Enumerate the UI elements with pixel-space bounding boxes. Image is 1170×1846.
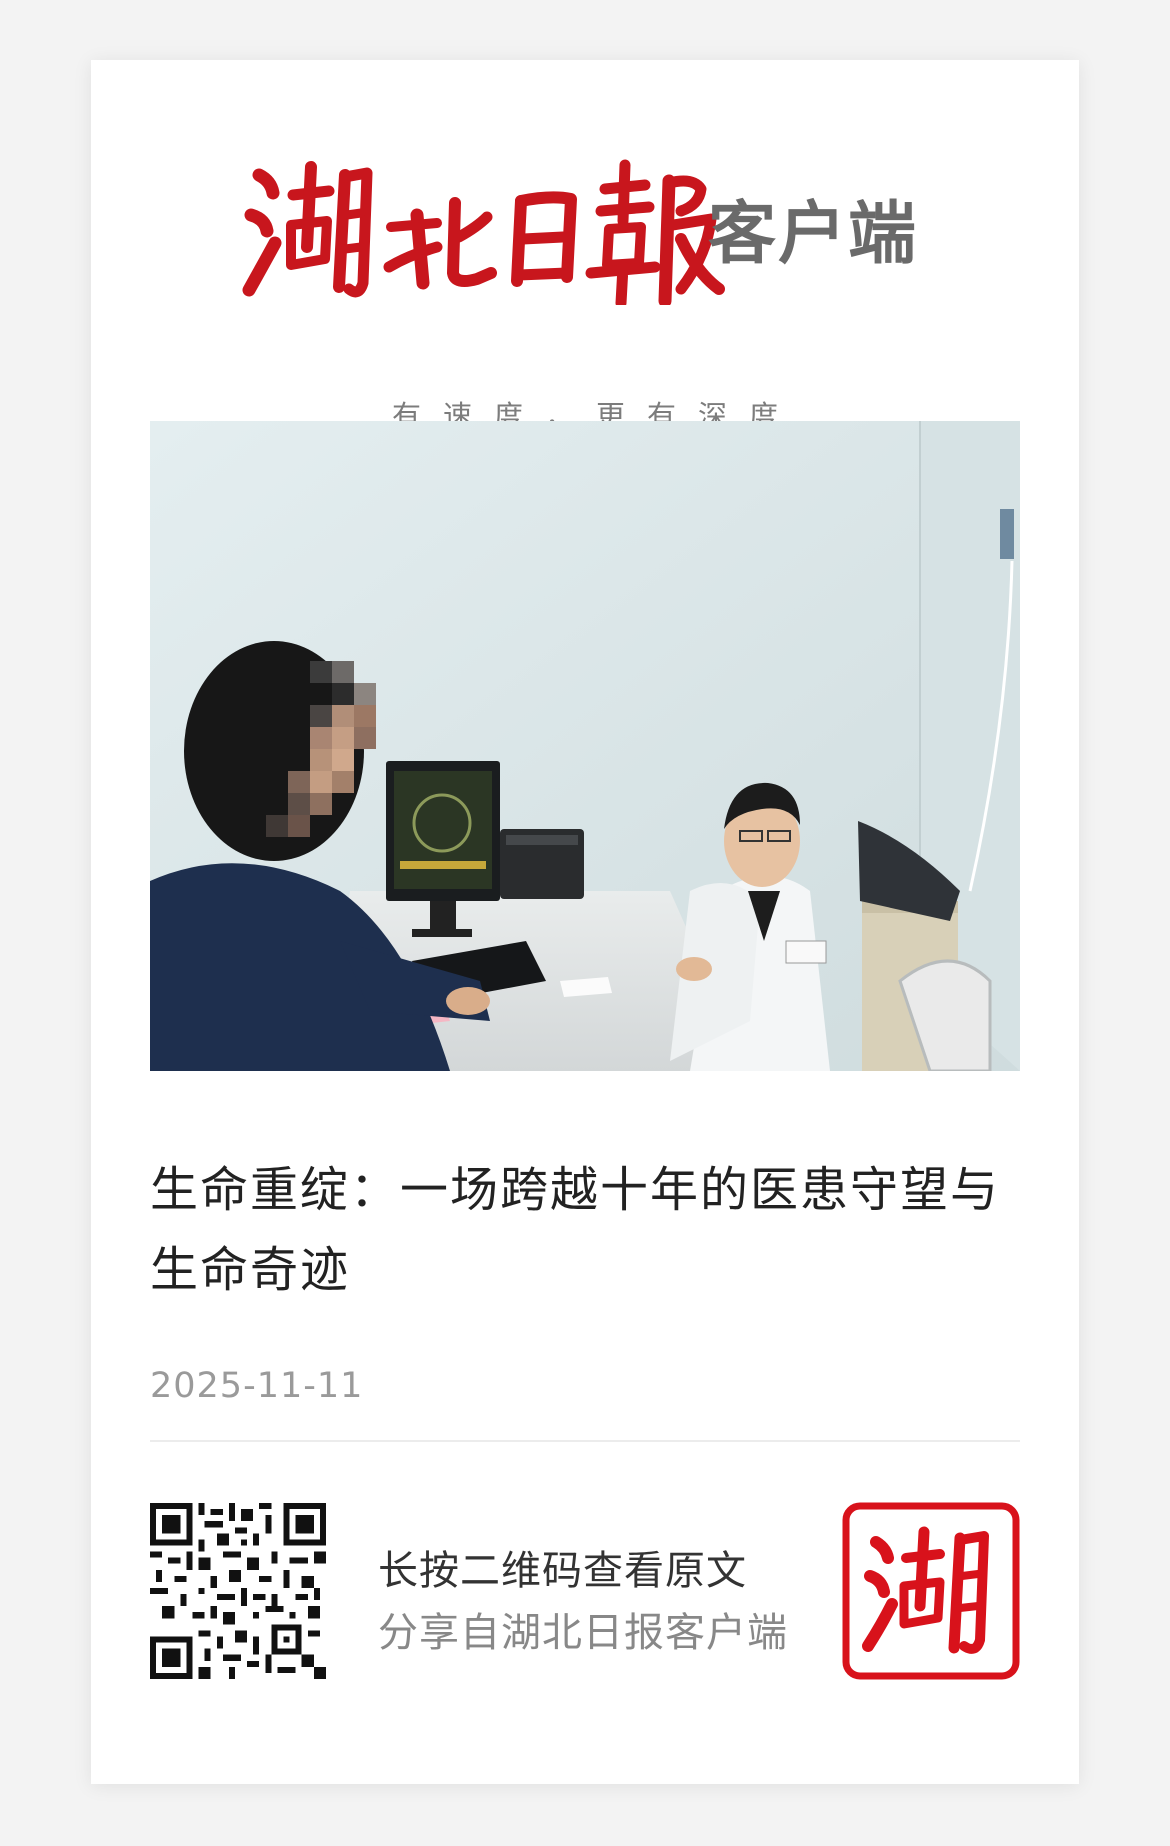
- share-source-text: 分享自湖北日报客户端: [378, 1610, 788, 1656]
- article-cover-photo: [150, 421, 1020, 1071]
- qr-code[interactable]: [150, 1503, 326, 1679]
- publish-date: 2025-11-11: [150, 1366, 364, 1406]
- share-poster-card: 客户端 有速度，更有深度 生命重绽：一场跨越十年的医患守望与生命奇迹 2025-…: [91, 60, 1079, 1784]
- masthead: 客户端 有速度，更有深度: [91, 155, 1079, 433]
- qr-hint-text: 长按二维码查看原文: [378, 1548, 747, 1594]
- brand-seal-icon: [842, 1502, 1020, 1680]
- logo-suffix: 客户端: [708, 194, 919, 274]
- article-title: 生命重绽：一场跨越十年的医患守望与生命奇迹: [150, 1162, 1001, 1298]
- divider: [150, 1440, 1020, 1442]
